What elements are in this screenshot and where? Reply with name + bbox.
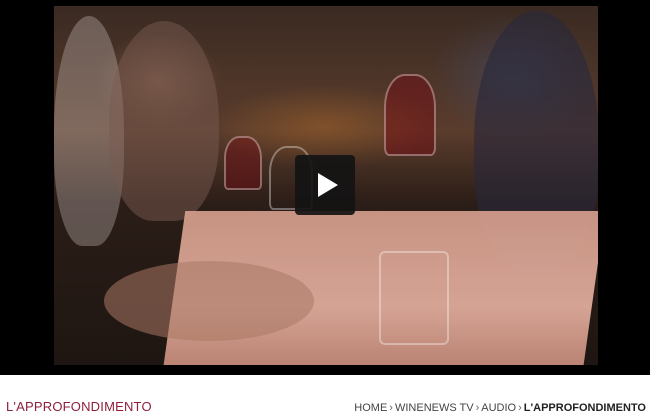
breadcrumb-winenews-tv[interactable]: WINENEWS TV [395, 402, 474, 414]
thumbnail-glass [224, 136, 262, 190]
thumbnail-hand [104, 261, 314, 341]
section-title: L'APPROFONDIMENTO [6, 399, 152, 414]
breadcrumb-current: L'APPROFONDIMENTO [523, 402, 646, 414]
breadcrumb-separator: › [389, 402, 393, 414]
thumbnail-glass [384, 74, 436, 156]
video-player[interactable] [0, 0, 650, 375]
breadcrumb: HOME › WINENEWS TV › AUDIO › L'APPROFONDIMENTO [354, 402, 646, 414]
thumbnail-glass [379, 251, 449, 345]
thumbnail-person [109, 21, 219, 221]
breadcrumb-separator: › [518, 402, 522, 414]
play-button[interactable] [295, 155, 355, 215]
breadcrumb-home[interactable]: HOME [354, 402, 387, 414]
play-icon [318, 173, 338, 197]
breadcrumb-audio[interactable]: AUDIO [481, 402, 516, 414]
